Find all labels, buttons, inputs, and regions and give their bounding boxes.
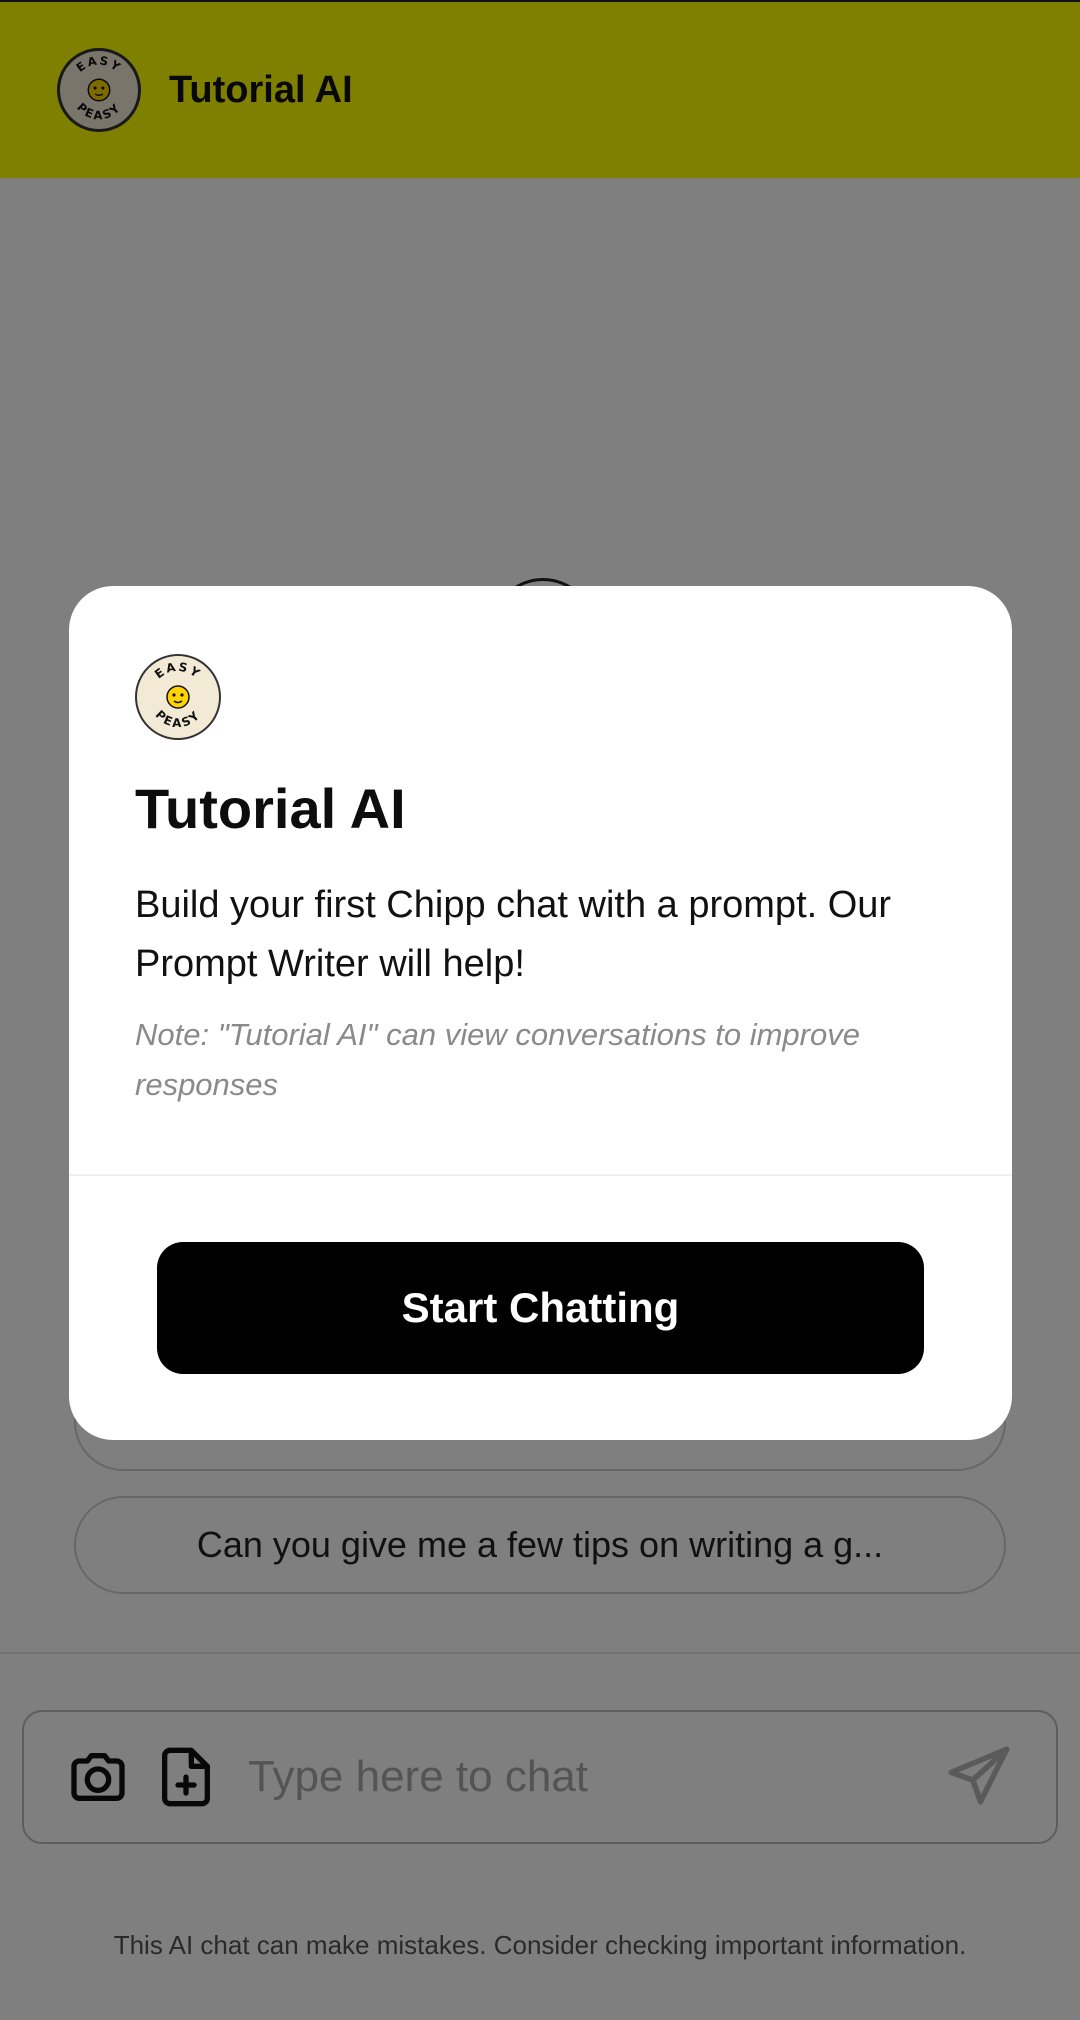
start-chatting-button[interactable]: Start Chatting — [157, 1242, 924, 1374]
modal-note: Note: "Tutorial AI" can view conversatio… — [135, 1017, 860, 1102]
modal-avatar: EASY PEASY — [135, 654, 221, 740]
modal-description: Build your first Chipp chat with a promp… — [135, 884, 892, 985]
svg-text:PEASY: PEASY — [153, 708, 204, 731]
welcome-modal: EASY PEASY Tutorial AI Build your first … — [69, 586, 1012, 1440]
modal-title: Tutorial AI — [135, 777, 406, 840]
easy-peasy-logo-icon: EASY PEASY — [152, 660, 204, 731]
svg-text:EASY: EASY — [152, 660, 204, 682]
modal-divider — [69, 1174, 1012, 1176]
